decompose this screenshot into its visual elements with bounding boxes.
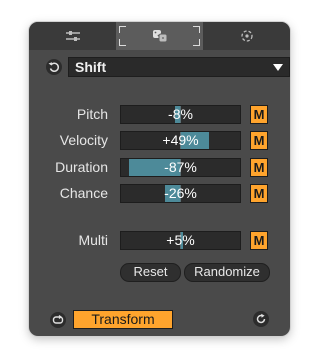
transform-device-panel: Shift Pitch -8% M Velocity +49% M Durati… (29, 22, 290, 336)
pitch-value: -8% (168, 106, 193, 122)
transform-button[interactable]: Transform (73, 310, 173, 329)
velocity-value: +49% (162, 132, 199, 148)
loop-icon (52, 315, 64, 324)
chance-slider[interactable]: -26% (120, 184, 241, 203)
chance-mod-button[interactable]: M (250, 184, 268, 203)
target-icon (240, 30, 253, 42)
multi-mod-button[interactable]: M (250, 231, 268, 250)
duration-mod-button[interactable]: M (250, 158, 268, 177)
chance-value: -26% (164, 185, 197, 201)
preset-row: Shift (46, 57, 290, 77)
tab-target[interactable] (203, 22, 290, 50)
velocity-slider[interactable]: +49% (120, 131, 241, 150)
multi-slider[interactable]: +5% (120, 231, 241, 250)
loop-toggle[interactable] (50, 312, 66, 328)
velocity-mod-button[interactable]: M (250, 131, 268, 150)
velocity-label: Velocity (59, 132, 108, 148)
pitch-label: Pitch (76, 106, 108, 122)
duration-value: -87% (164, 159, 197, 175)
duration-slider[interactable]: -87% (120, 158, 241, 177)
reset-button[interactable]: Reset (120, 263, 181, 282)
chance-label: Chance (59, 185, 108, 201)
tab-bar (29, 22, 290, 50)
pitch-slider[interactable]: -8% (120, 105, 241, 124)
reset-preset-button[interactable] (46, 59, 62, 75)
pitch-mod-button[interactable]: M (250, 105, 268, 124)
tab-dice[interactable] (116, 22, 203, 50)
refresh-icon (256, 313, 266, 324)
dice-icon (152, 30, 167, 43)
preset-value: Shift (75, 59, 107, 75)
multi-label: Multi (78, 232, 108, 248)
duration-label: Duration (55, 159, 108, 175)
sliders-icon (65, 31, 80, 41)
auto-refresh-button[interactable] (253, 311, 269, 327)
preset-dropdown[interactable]: Shift (68, 57, 290, 77)
randomize-button[interactable]: Randomize (184, 263, 270, 282)
chevron-down-icon (273, 64, 283, 71)
multi-value: +5% (166, 232, 195, 248)
tab-sliders[interactable] (29, 22, 116, 50)
undo-icon (48, 62, 60, 72)
